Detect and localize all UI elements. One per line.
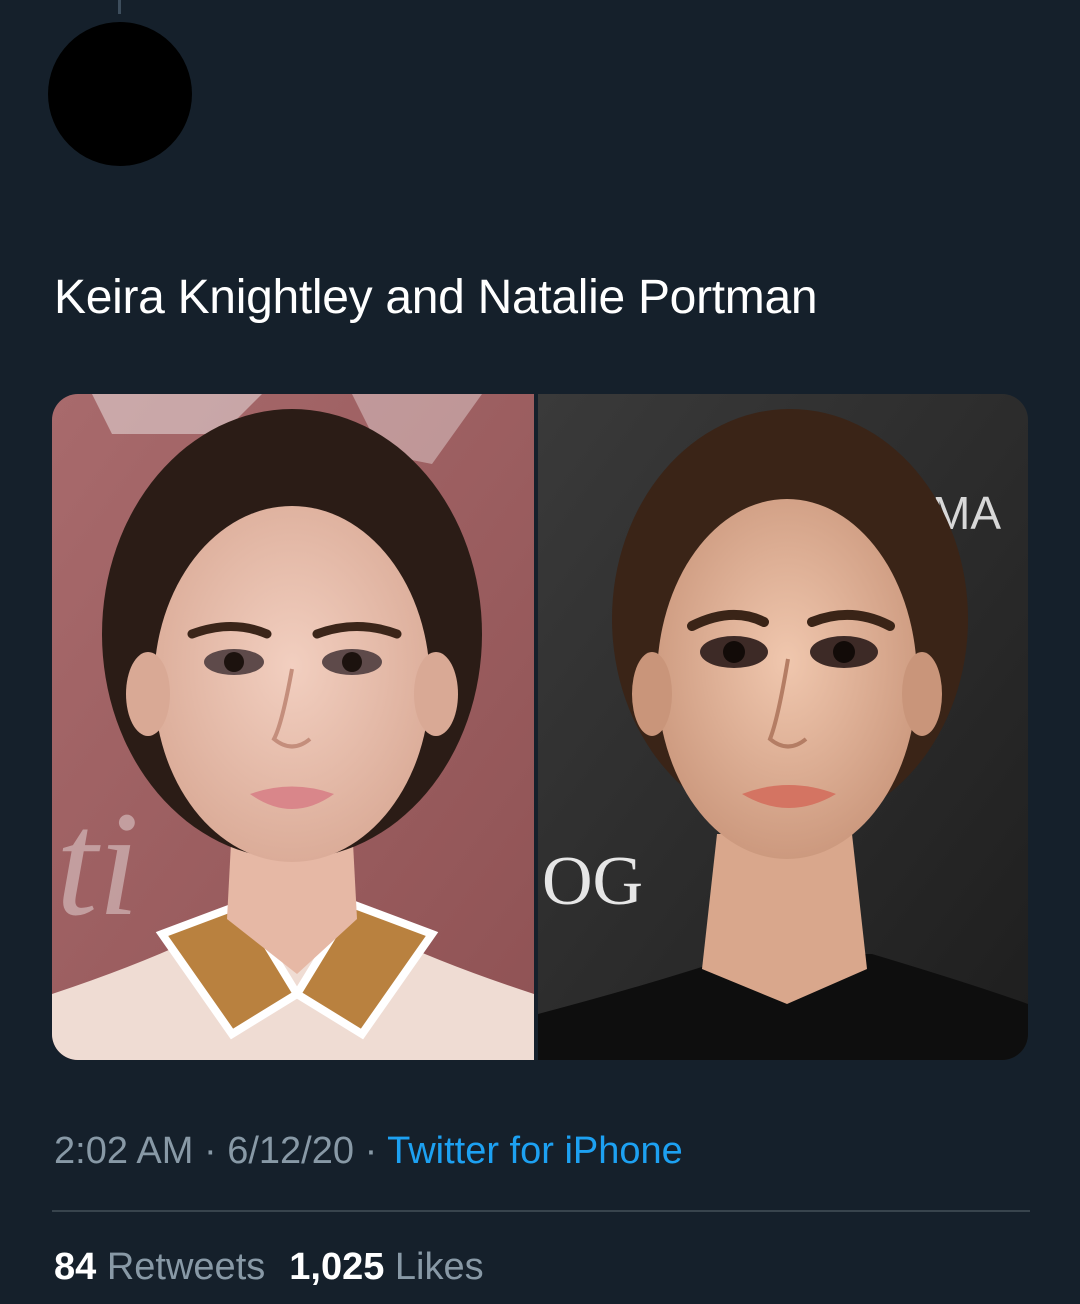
likes-label: Likes bbox=[394, 1246, 484, 1288]
likes-count: 1,025 bbox=[289, 1246, 385, 1288]
tweet-media[interactable]: ti MA OG bbox=[52, 394, 1028, 1060]
divider bbox=[52, 1210, 1030, 1212]
right-backdrop-text-mid: OG bbox=[542, 843, 643, 920]
tweet-detail: Keira Knightley and Natalie Portman ti M… bbox=[0, 0, 1080, 1304]
left-photo: ti bbox=[52, 394, 534, 1060]
thread-line bbox=[118, 0, 121, 14]
left-backdrop-text: ti bbox=[56, 781, 139, 947]
tweet-time[interactable]: 2:02 AM bbox=[54, 1130, 193, 1172]
meta-separator: · bbox=[203, 1130, 217, 1172]
tweet-timestamp-row: 2:02 AM · 6/12/20 · Twitter for iPhone bbox=[54, 1126, 683, 1176]
retweets-stat[interactable]: 84 Retweets bbox=[54, 1246, 265, 1288]
likes-stat[interactable]: 1,025 Likes bbox=[289, 1246, 483, 1288]
tweet-date[interactable]: 6/12/20 bbox=[227, 1130, 354, 1172]
retweets-label: Retweets bbox=[106, 1246, 266, 1288]
tweet-text: Keira Knightley and Natalie Portman bbox=[54, 271, 818, 324]
avatar[interactable] bbox=[48, 22, 192, 166]
meta-separator: · bbox=[364, 1130, 378, 1172]
tweet-stats: 84 Retweets 1,025 Likes bbox=[54, 1242, 484, 1292]
tweet-source-link[interactable]: Twitter for iPhone bbox=[387, 1130, 683, 1172]
retweets-count: 84 bbox=[54, 1246, 97, 1288]
right-photo: MA OG bbox=[538, 394, 1028, 1060]
